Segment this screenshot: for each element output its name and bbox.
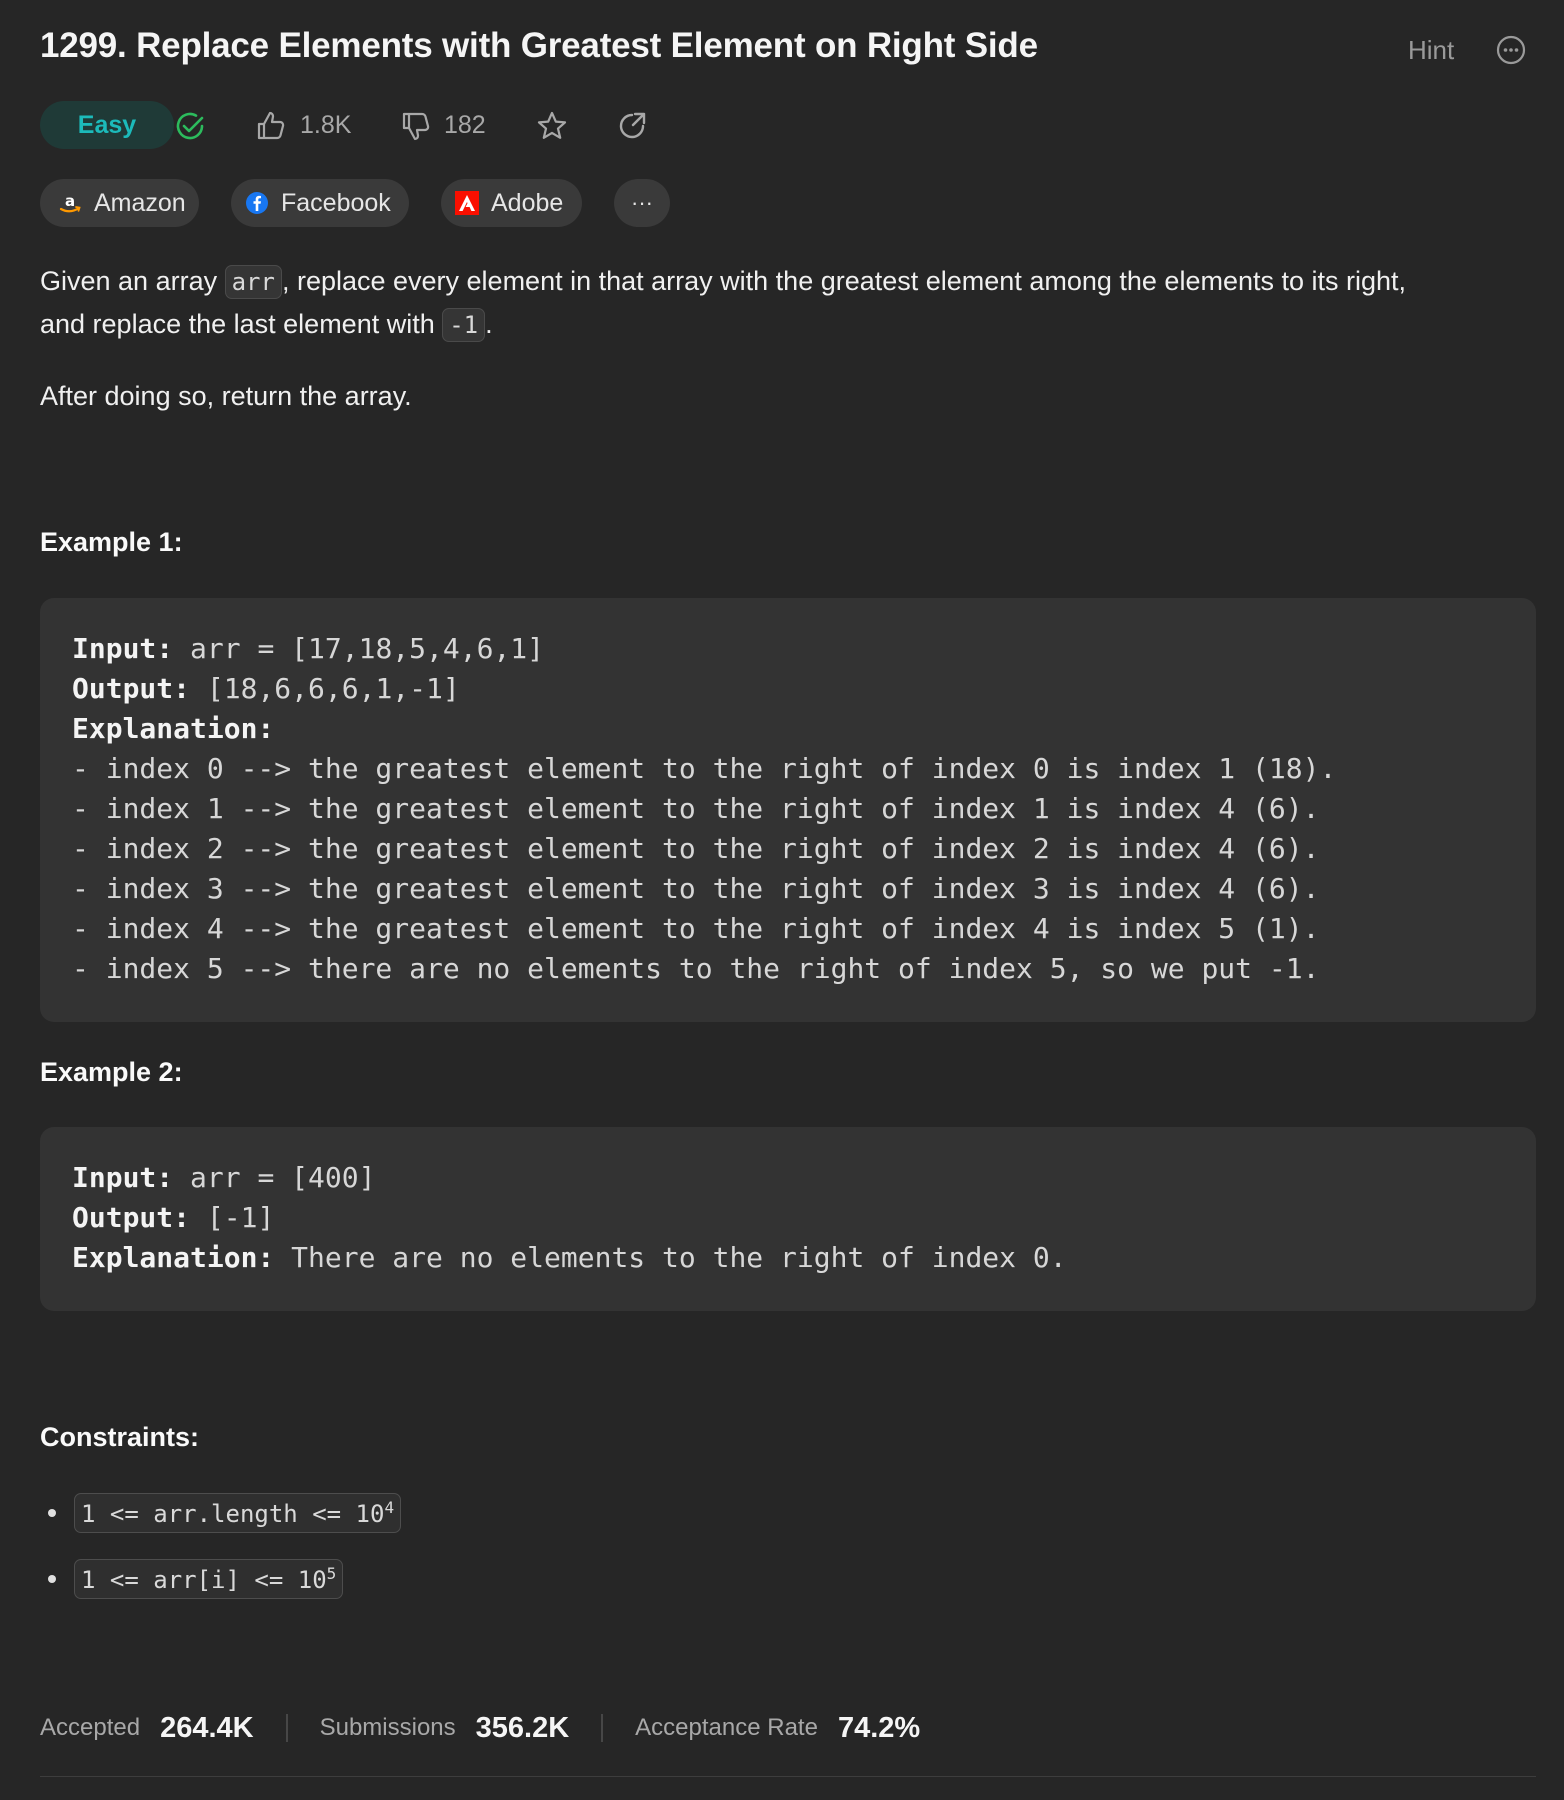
explanation-line: - index 5 --> there are no elements to t…	[72, 952, 1320, 985]
constraint-exponent: 4	[384, 1498, 395, 1517]
constraint-text: 1 <= arr.length <= 10	[81, 1500, 385, 1528]
example-1-codeblock: Input: arr = [17,18,5,4,6,1] Output: [18…	[40, 598, 1536, 1022]
dislikes-count: 182	[444, 111, 486, 139]
explanation-line: - index 4 --> the greatest element to th…	[72, 912, 1320, 945]
example-2-heading: Example 2:	[40, 1057, 183, 1087]
solved-check-icon	[174, 110, 206, 142]
accepted-value: 264.4K	[160, 1711, 254, 1744]
constraint-item: 1 <= arr[i] <= 105	[40, 1559, 344, 1599]
constraint-code: 1 <= arr.length <= 104	[74, 1493, 402, 1533]
bullet	[48, 1509, 56, 1517]
constraint-exponent: 5	[326, 1564, 337, 1583]
svg-text:a: a	[65, 192, 75, 210]
submission-stats: Accepted 264.4K Submissions 356.2K Accep…	[40, 1708, 920, 1748]
constraint-text: 1 <= arr[i] <= 10	[81, 1566, 327, 1594]
amazon-icon: a	[58, 191, 82, 215]
explanation-label: Explanation:	[72, 712, 275, 745]
tag-adobe[interactable]: Adobe	[441, 179, 582, 227]
desc-text: .	[485, 309, 493, 339]
thumbs-down-icon[interactable]	[400, 110, 432, 142]
divider	[285, 1714, 288, 1742]
explanation-line: - index 3 --> the greatest element to th…	[72, 872, 1320, 905]
explanation-label: Explanation:	[72, 1241, 275, 1274]
tag-amazon[interactable]: a Amazon	[40, 179, 199, 227]
description-paragraph-1: Given an array arr, replace every elemen…	[40, 260, 1540, 346]
constraints-heading: Constraints:	[40, 1422, 200, 1452]
constraint-item: 1 <= arr.length <= 104	[40, 1493, 402, 1533]
hint-button[interactable]: Hint	[1408, 35, 1454, 66]
submissions-label: Submissions	[319, 1714, 456, 1741]
share-icon[interactable]	[616, 110, 648, 142]
example-2-codeblock: Input: arr = [400] Output: [-1] Explanat…	[40, 1127, 1536, 1311]
description-paragraph-2: After doing so, return the array.	[40, 381, 412, 411]
likes-count: 1.8K	[300, 111, 352, 139]
example-output: [-1]	[190, 1201, 275, 1234]
bullet	[48, 1575, 56, 1583]
problem-title: 1299. Replace Elements with Greatest Ele…	[40, 26, 1038, 65]
explanation-line: - index 1 --> the greatest element to th…	[72, 792, 1320, 825]
inline-code-arr: arr	[224, 265, 282, 299]
divider	[601, 1714, 604, 1742]
more-options-icon[interactable]	[1495, 34, 1527, 66]
tag-label: Adobe	[491, 188, 564, 217]
acceptance-rate-label: Acceptance Rate	[635, 1714, 818, 1741]
star-icon[interactable]	[536, 110, 568, 142]
tag-label: Amazon	[94, 188, 186, 217]
more-tags-button[interactable]: ···	[614, 179, 670, 227]
thumbs-up-icon[interactable]	[255, 110, 287, 142]
explanation-line: - index 2 --> the greatest element to th…	[72, 832, 1320, 865]
explanation-line: - index 0 --> the greatest element to th…	[72, 752, 1337, 785]
adobe-icon	[455, 191, 479, 215]
tag-facebook[interactable]: Facebook	[231, 179, 409, 227]
acceptance-rate-value: 74.2%	[837, 1711, 921, 1744]
constraint-code: 1 <= arr[i] <= 105	[74, 1559, 344, 1599]
example-input: arr = [400]	[173, 1161, 376, 1194]
desc-text: Given an array	[40, 266, 225, 296]
facebook-icon	[245, 191, 269, 215]
inline-code-minus-one: -1	[442, 308, 486, 342]
output-label: Output:	[72, 1201, 191, 1234]
submissions-value: 356.2K	[475, 1711, 570, 1744]
input-label: Input:	[72, 632, 174, 665]
difficulty-badge: Easy	[40, 101, 174, 149]
example-1-heading: Example 1:	[40, 527, 183, 557]
input-label: Input:	[72, 1161, 174, 1194]
example-explanation: There are no elements to the right of in…	[274, 1241, 1067, 1274]
accepted-label: Accepted	[40, 1714, 141, 1741]
example-output: [18,6,6,6,1,-1]	[190, 672, 460, 705]
example-input: arr = [17,18,5,4,6,1]	[173, 632, 545, 665]
desc-text: and replace the last element with	[40, 309, 443, 339]
tag-label: Facebook	[281, 188, 391, 217]
divider	[40, 1776, 1536, 1777]
desc-text: , replace every element in that array wi…	[281, 266, 1407, 296]
output-label: Output:	[72, 672, 191, 705]
